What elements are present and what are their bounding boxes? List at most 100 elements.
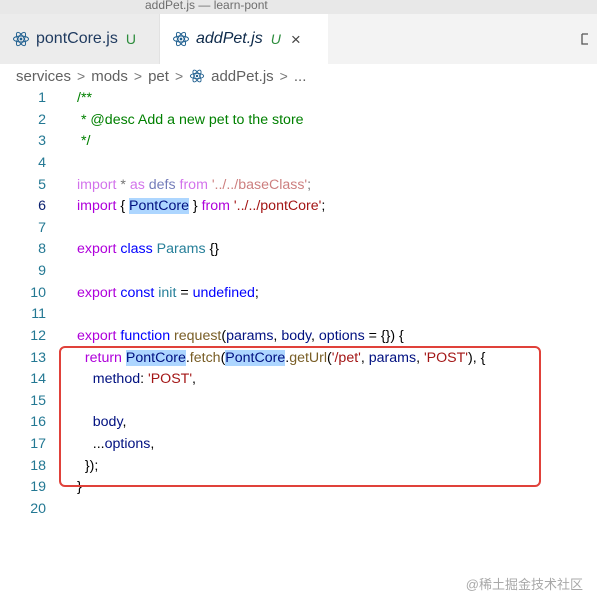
line-number: 19 [30,479,46,496]
code-token: , [311,327,319,344]
line-number: 17 [30,436,46,452]
code-token: = {}) { [364,327,404,344]
code-token: params [226,327,274,344]
highlighted-token: PontCore [125,349,186,366]
code-line[interactable]: 4 [0,153,597,175]
code-token: from [201,198,230,215]
line-number: 10 [30,284,46,301]
code-line[interactable]: 11 [0,304,597,326]
breadcrumb-file[interactable]: addPet.js [211,68,274,85]
code-text: return PontCore.fetch(PontCore.getUrl('/… [77,348,485,370]
code-line[interactable]: 9 [0,261,597,283]
code-token: return [84,349,122,366]
line-number: 16 [30,414,46,431]
code-token: , [416,349,424,366]
code-line[interactable]: 7 [0,218,597,240]
breadcrumb-services[interactable]: services [16,68,71,85]
code-token: as [129,176,145,193]
code-text: import * as defs from '../../baseClass'; [77,175,311,197]
highlighted-token: PontCore [225,349,286,366]
code-token: import [77,176,117,193]
react-atom-icon [173,31,189,47]
code-token: ... [77,436,105,452]
code-line[interactable]: 5 import * as defs from '../../baseClass'… [0,175,597,197]
code-token: , [122,414,127,431]
code-token: method [92,371,141,388]
code-token: * @desc Add a new pet to the store [77,111,304,128]
breadcrumb-symbols[interactable]: ... [294,68,307,85]
code-token: ; [321,198,326,215]
code-line[interactable]: 6 import { PontCore } from '../../pontCor… [0,196,597,218]
untracked-badge: U [270,31,281,47]
code-line[interactable]: 19} [0,477,597,499]
tab-label: addPet.js [196,30,263,47]
code-token: body [281,327,312,344]
code-token: ; [307,176,312,193]
code-line[interactable]: 1 /** [0,88,597,110]
code-line[interactable]: 13 return PontCore.fetch(PontCore.getUrl… [0,348,597,370]
line-number: 14 [30,371,46,388]
code-token: , [192,371,196,388]
code-token: '../../baseClass' [207,176,308,193]
code-line[interactable]: 15 [0,391,597,413]
react-atom-icon [13,31,29,47]
breadcrumb-mods[interactable]: mods [91,68,128,85]
code-token: function [120,327,171,344]
code-text: * @desc Add a new pet to the store [77,110,304,132]
code-token: from [179,176,208,193]
window-title: addPet.js — learn-pont [145,0,268,12]
code-line[interactable]: 10 export const init = undefined; [0,283,597,305]
code-token: init [158,284,177,301]
code-token: = [176,284,193,301]
line-number: 1 [38,90,46,106]
code-line[interactable]: 20 [0,499,597,521]
code-token: options [318,327,365,344]
line-number: 2 [38,111,46,128]
code-token: export [77,327,117,344]
code-token: ), { [468,349,486,366]
code-token: export [77,284,117,301]
line-number: 11 [31,306,46,323]
close-icon[interactable]: × [291,31,301,48]
code-token: 'POST' [423,349,469,366]
code-text: */ [77,131,90,153]
code-line[interactable]: 3 */ [0,131,597,153]
code-token: {} [205,241,219,258]
editor-tabbar: pontCore.js U addPet.js U × [0,14,597,64]
line-number: 5 [38,176,46,193]
line-number: 4 [38,154,46,171]
code-line[interactable]: 8 export class Params {} [0,239,597,261]
react-atom-icon [190,69,205,83]
code-token: class [120,241,153,258]
tab-addpet[interactable]: addPet.js U × [160,14,328,64]
code-token: '/pet' [331,349,361,366]
split-editor-icon[interactable] [581,32,593,46]
tab-pontcore[interactable]: pontCore.js U [0,14,160,64]
line-number: 6 [38,198,46,215]
breadcrumb-pet[interactable]: pet [148,68,169,85]
code-token: } [188,198,202,215]
code-editor[interactable]: 1 /** 2 * @desc Add a new pet to the store… [0,88,597,521]
breadcrumb-separator: > [133,68,143,84]
line-number: 8 [38,241,46,258]
untracked-badge: U [125,31,136,47]
breadcrumb-separator: > [77,68,86,84]
code-token: export [77,241,117,258]
code-line[interactable]: 12 export function request(params, body, … [0,326,597,348]
code-token: body [92,414,123,431]
code-token: undefined [192,284,255,301]
code-line[interactable]: 18 }); [0,456,597,478]
breadcrumb: services > mods > pet > addPet.js > ... [16,66,306,86]
code-line[interactable]: 14 method: 'POST', [0,369,597,391]
code-token: request [174,327,222,344]
highlighted-token: PontCore [129,198,189,215]
code-line[interactable]: 17 ...options, [0,434,597,456]
code-text: body, [77,412,127,434]
line-number: 13 [30,349,46,366]
line-number: 18 [30,457,46,474]
code-line[interactable]: 16 body, [0,412,597,434]
breadcrumb-separator: > [174,68,184,84]
code-line[interactable]: 2 * @desc Add a new pet to the store [0,110,597,132]
